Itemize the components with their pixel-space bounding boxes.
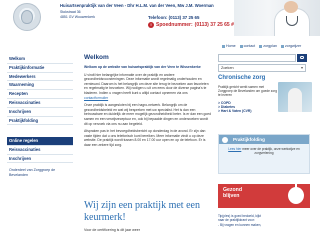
phone-number[interactable]: (0113) 37 25 65 <box>169 15 200 20</box>
chronic-link-hartvaten[interactable]: > Hart & Vaten (CVR) <box>218 109 251 113</box>
phone-row: Telefoon: (0113) 37 25 65 <box>148 15 199 20</box>
practice-address: Stokstraat 36 4851 GV Wouwenkerk <box>60 10 95 19</box>
nav-item-reisvaccinaties-2[interactable]: Reisvaccinaties <box>7 146 73 155</box>
practice-logo[interactable] <box>13 3 41 31</box>
nav-item-recepten[interactable]: Recepten <box>7 90 73 99</box>
top-link-home[interactable]: Home <box>222 44 236 48</box>
nav-item-welkom[interactable]: Welkom <box>7 55 73 64</box>
nav-item-inschrijven-2[interactable]: Inschrijven <box>7 155 73 164</box>
page-title: Welkom <box>84 54 109 61</box>
chronic-care-photo <box>278 82 312 112</box>
nav-item-praktijkinformatie[interactable]: Praktijkinformatie <box>7 64 73 73</box>
bullet-icon <box>222 44 225 48</box>
gezond-blijven-banner[interactable]: Gezond blijven <box>218 184 310 208</box>
chronic-care-text: Praktijk gericht werkt samen met Zorggro… <box>218 85 278 97</box>
top-link-zorgplan[interactable]: zorgplan <box>259 44 277 48</box>
gezond-blijven-title: Gezond blijven <box>223 187 242 200</box>
zorggroep-link[interactable]: Onderdeel van Zorggroep de Bevelanden <box>9 168 71 177</box>
praktijkfolding-link[interactable]: Lees hier <box>228 147 241 151</box>
top-links: Home contact zorgplan zorgwijzer <box>222 44 301 48</box>
zoeken-dropdown[interactable]: Zoeken ▾ <box>218 64 306 72</box>
nav-item-online-regelen[interactable]: Online regelen <box>7 137 73 146</box>
search-icon <box>300 55 304 59</box>
praktijkfolding-box: Praktijkfolding Lees hier meer over de p… <box>218 134 310 174</box>
chronic-care-links: > COPD > Diabetes > Hart & Vaten (CVR) <box>218 101 251 114</box>
emergency-number[interactable]: (0113) 37 25 65 #8 <box>195 22 237 28</box>
tips-line-3: - Bij vragen en kunnen maken, <box>218 222 262 227</box>
zoeken-label: Zoeken <box>221 66 234 70</box>
chevron-down-icon: ▾ <box>300 65 303 70</box>
nav-item-waarneming[interactable]: Waarneming <box>7 81 73 91</box>
search-input[interactable] <box>218 54 296 62</box>
praktijkfolding-desc: meer over de praktijk, onze werkwijze en… <box>242 147 300 156</box>
site-header: Huisartsenpraktijk van der Veen - Dhr H.… <box>0 0 320 38</box>
gezond-blijven-line-2: blijven <box>223 193 240 200</box>
keurmerk-slogan: Wij zijn een praktijk met een keurmerk! <box>84 200 200 223</box>
top-link-home-label: Home <box>226 44 236 48</box>
paragraph-3: Afspraken pas in het bevoegdheidsbericht… <box>84 129 206 147</box>
tips-text: Tip(ples) is goed bedoeld, kijkt naar de… <box>218 214 310 227</box>
top-link-zorgwijzer[interactable]: zorgwijzer <box>280 44 302 48</box>
top-link-zorgplan-label: zorgplan <box>263 44 277 48</box>
search-button[interactable] <box>297 54 307 62</box>
main-nav: Welkom Praktijkinformatie Medewerkers Wa… <box>7 55 73 126</box>
nav-item-reisvaccinaties[interactable]: Reisvaccinaties <box>7 99 73 108</box>
logo-figure-icon <box>21 10 33 24</box>
contactform-link[interactable]: contactformulier <box>84 96 108 100</box>
praktijkfolding-text: Lees hier meer over de praktijk, onze we… <box>219 144 309 158</box>
paragraph-2: Onze praktijk is aangesloten bij een hag… <box>84 103 212 126</box>
paragraph-1: U vindt hier belangrijke informatie over… <box>84 73 212 101</box>
person-figure <box>288 88 302 112</box>
intro-bold: Welkom op de website van huisartspraktij… <box>84 65 201 69</box>
paragraph-1-text: U vindt hier belangrijke informatie over… <box>84 72 209 95</box>
intro-text: Welkom op de website van huisartspraktij… <box>84 65 212 70</box>
keurmerk-subtext: Voor de certificering is dit jaar weer <box>84 228 140 232</box>
practice-title: Huisartsenpraktijk van der Veen - Dhr H.… <box>60 3 214 8</box>
secondary-nav: Online regelen Reisvaccinaties Inschrijv… <box>7 137 73 164</box>
nav-item-medewerkers[interactable]: Medewerkers <box>7 73 73 82</box>
praktijkfolding-header: Praktijkfolding <box>219 135 309 144</box>
folder-icon <box>222 136 228 143</box>
apple-stem <box>295 184 297 188</box>
chronic-care-title: Chronische zorg <box>218 75 266 81</box>
apple-icon <box>288 184 304 204</box>
bullet-icon <box>239 44 243 48</box>
doctor-face <box>284 1 298 13</box>
top-link-zorgwijzer-label: zorgwijzer <box>284 44 302 48</box>
top-link-contact-label: contact <box>243 44 256 48</box>
header-doctor-photo <box>234 0 320 36</box>
phone-label: Telefoon: <box>148 15 168 20</box>
main-content: Welkom Welkom op de website van huisarts… <box>84 54 212 151</box>
praktijkfolding-title: Praktijkfolding <box>233 137 265 142</box>
top-link-contact[interactable]: contact <box>239 44 256 48</box>
emergency-icon: ! <box>148 22 154 28</box>
address-line-2: 4851 GV Wouwenkerk <box>60 14 95 19</box>
bullet-icon <box>259 44 263 48</box>
nav-item-inschrijven[interactable]: Inschrijven <box>7 108 73 117</box>
emergency-row: ! Spoednummer: (0113) 37 25 65 #8 <box>148 22 237 28</box>
bullet-icon <box>280 44 284 48</box>
nav-item-praktijkfolding[interactable]: Praktijkfolding <box>7 117 73 126</box>
emergency-label: Spoednummer: <box>156 22 193 28</box>
